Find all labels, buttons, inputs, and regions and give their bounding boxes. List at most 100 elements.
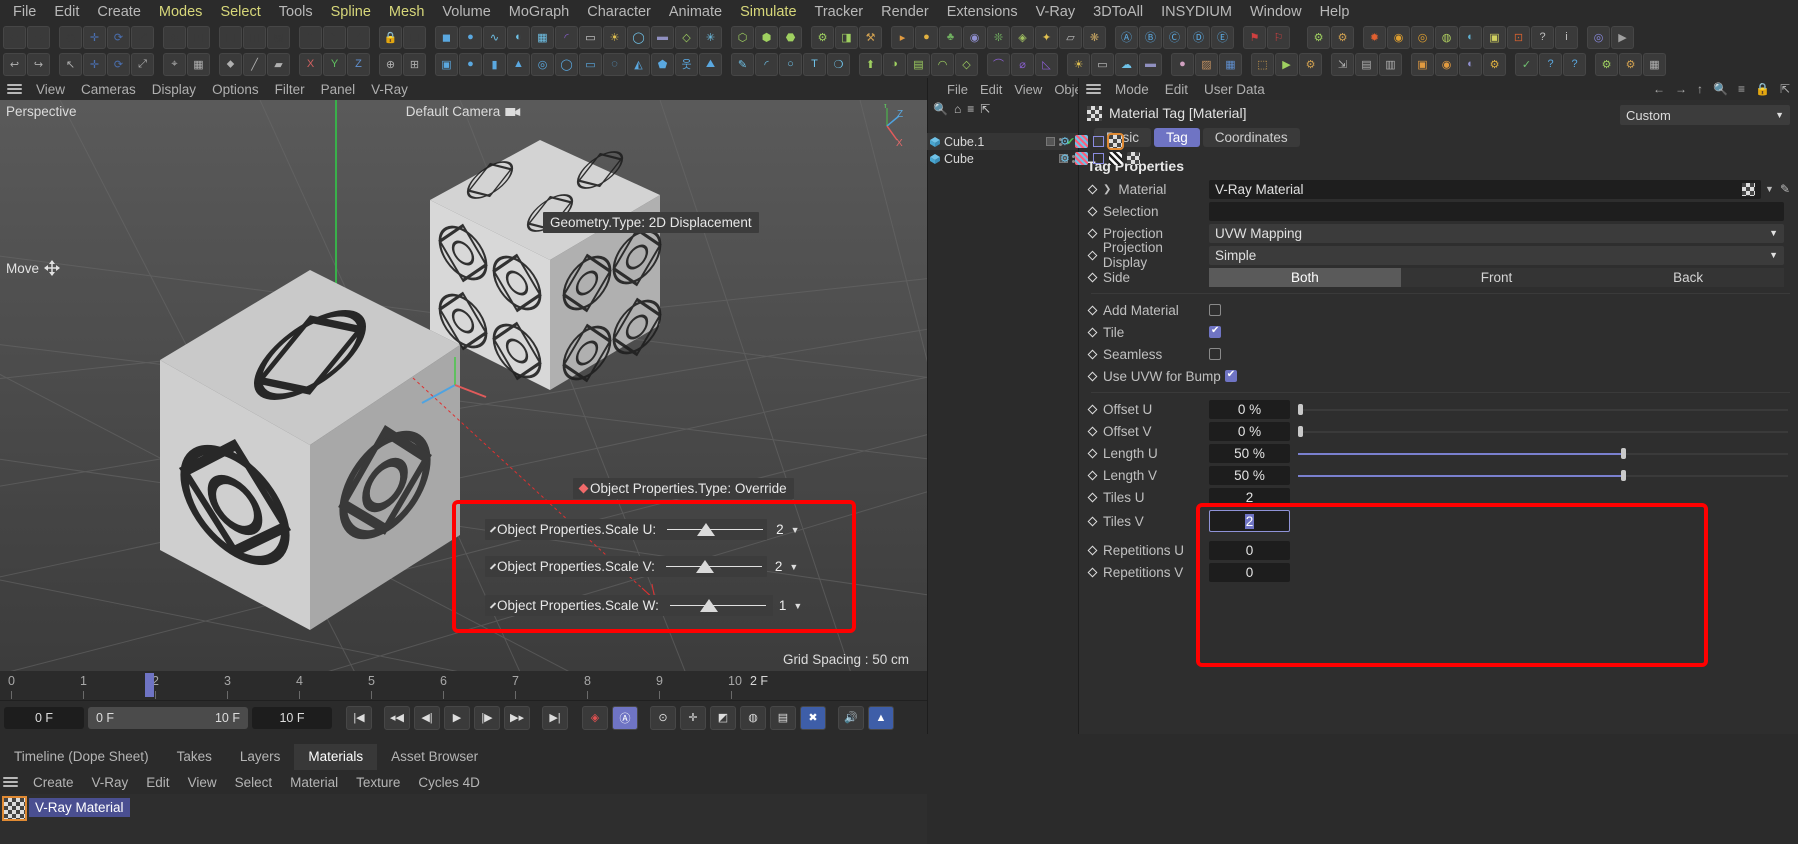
- platonic-icon[interactable]: ⬟: [651, 52, 674, 76]
- preset-dropdown[interactable]: Custom ▼: [1620, 105, 1790, 125]
- material-link-field[interactable]: V-Ray Material: [1209, 179, 1762, 199]
- vray-material-icon[interactable]: ◉: [963, 25, 986, 49]
- insydium-e-icon[interactable]: Ⓔ: [1211, 25, 1234, 49]
- tab-timeline-dope-sheet[interactable]: Timeline (Dope Sheet): [0, 744, 163, 770]
- spline-helix-icon[interactable]: ❍: [827, 52, 850, 76]
- hud-scale-u-slider[interactable]: [667, 523, 764, 536]
- point-mode-icon[interactable]: ▣: [219, 25, 242, 49]
- material-tag-icon-selected[interactable]: [1106, 133, 1124, 150]
- uv-icon[interactable]: ▦: [1219, 52, 1242, 76]
- spline-icon[interactable]: ∿: [483, 25, 506, 49]
- tiles-u-input[interactable]: 2: [1209, 487, 1290, 507]
- render-active-icon[interactable]: ▶: [1275, 52, 1298, 76]
- tile-checkbox[interactable]: [1209, 325, 1221, 338]
- menu-item-create[interactable]: Create: [88, 0, 150, 24]
- repetitions-v-input[interactable]: 0: [1209, 562, 1290, 582]
- render-region-icon[interactable]: ⬚: [1251, 52, 1274, 76]
- cone-icon[interactable]: ▲: [507, 52, 530, 76]
- keyframe-diamond-icon[interactable]: [1087, 567, 1098, 577]
- go-to-end-button[interactable]: ▶|: [542, 705, 568, 730]
- menu-item-mograph[interactable]: MoGraph: [500, 0, 578, 24]
- length-v-input[interactable]: 50 %: [1209, 465, 1290, 485]
- axis-x-icon[interactable]: X: [299, 25, 322, 49]
- keyframe-diamond-icon[interactable]: [1087, 349, 1098, 359]
- search-icon[interactable]: 🔍: [933, 102, 948, 116]
- chevron-down-icon[interactable]: ▼: [789, 562, 798, 572]
- insydium-b-icon[interactable]: Ⓑ: [1139, 25, 1162, 49]
- timeline-playhead[interactable]: [145, 673, 154, 697]
- gear2-icon[interactable]: ⚙: [1595, 52, 1618, 76]
- deformer-icon[interactable]: ◇: [675, 25, 698, 49]
- viewport-menu-filter[interactable]: Filter: [267, 82, 313, 97]
- offset-u-input[interactable]: 0 %: [1209, 399, 1290, 419]
- filter-icon[interactable]: ≡: [1738, 82, 1745, 96]
- keyframe-diamond-icon[interactable]: [1087, 371, 1098, 381]
- vray-render-icon[interactable]: ▸: [891, 25, 914, 49]
- lock-axis-icon[interactable]: 🔒: [379, 25, 402, 49]
- render-settings2-icon[interactable]: ⚙: [1299, 52, 1322, 76]
- side-option-front[interactable]: Front: [1400, 267, 1593, 287]
- keyframe-diamond-icon[interactable]: [1087, 305, 1098, 315]
- viewport-menu-vray[interactable]: V-Ray: [363, 82, 416, 97]
- projection-display-dropdown[interactable]: Simple ▼: [1209, 245, 1784, 265]
- takes-icon[interactable]: ▤: [1355, 52, 1378, 76]
- menu-item-insydium[interactable]: INSYDIUM: [1152, 0, 1241, 24]
- axis-lock-z-icon[interactable]: Z: [347, 52, 370, 76]
- scale-tool-icon[interactable]: ⤢: [131, 25, 154, 49]
- insydium-d-icon[interactable]: Ⓓ: [1187, 25, 1210, 49]
- visibility-toggle-icon[interactable]: [1045, 137, 1055, 146]
- next-key-button[interactable]: ▶▸: [504, 705, 530, 730]
- cloner-icon[interactable]: ⬢: [755, 25, 778, 49]
- matmenu-material[interactable]: Material: [281, 775, 347, 790]
- spline-pen-icon[interactable]: ✎: [731, 52, 754, 76]
- keyframe-diamond-icon[interactable]: [1087, 272, 1098, 282]
- scale-key-button[interactable]: ◩: [710, 705, 736, 730]
- objmgr-menu-view[interactable]: View: [1008, 82, 1048, 97]
- edge-mode-icon[interactable]: ◫: [243, 25, 266, 49]
- menu-item-extensions[interactable]: Extensions: [938, 0, 1027, 24]
- render-settings-icon[interactable]: ⚒: [859, 25, 882, 49]
- menu-item-select[interactable]: Select: [211, 0, 269, 24]
- repetitions-u-input[interactable]: 0: [1209, 540, 1290, 560]
- sweep-icon[interactable]: ◠: [931, 52, 954, 76]
- expand-chevron-icon[interactable]: ❯: [1103, 184, 1111, 195]
- menu-item-animate[interactable]: Animate: [660, 0, 731, 24]
- world-coord-icon[interactable]: ⊕: [163, 25, 186, 49]
- hud-object-type[interactable]: Object Properties.Type: Override: [573, 478, 794, 499]
- home-icon[interactable]: ⌂: [954, 102, 961, 116]
- attrmgr-menu-edit[interactable]: Edit: [1157, 82, 1196, 97]
- add-material-checkbox[interactable]: [1209, 304, 1221, 316]
- cylinder-icon[interactable]: ▮: [483, 52, 506, 76]
- menu-item-spline[interactable]: Spline: [322, 0, 380, 24]
- axis-z-icon[interactable]: Z: [347, 25, 370, 49]
- hud-scale-w-slider[interactable]: [669, 599, 766, 612]
- insydium-c-icon[interactable]: Ⓒ: [1163, 25, 1186, 49]
- torus-icon[interactable]: ◎: [531, 52, 554, 76]
- vray-clipper-icon[interactable]: ▱: [1059, 25, 1082, 49]
- filter-icon[interactable]: ≡: [967, 102, 974, 116]
- keyframe-diamond-icon[interactable]: [1087, 404, 1098, 414]
- hud-scale-v[interactable]: Object Properties.Scale V: 2 ▼: [485, 556, 798, 577]
- tab-layers[interactable]: Layers: [226, 744, 295, 770]
- vray-mat-icon[interactable]: ◐: [1459, 52, 1482, 76]
- use-uvw-for-bump-checkbox[interactable]: [1224, 369, 1237, 382]
- matmenu-texture[interactable]: Texture: [347, 775, 409, 790]
- chevron-down-icon[interactable]: ▼: [791, 525, 800, 535]
- menu-item-modes[interactable]: Modes: [150, 0, 212, 24]
- tube-icon[interactable]: ◌: [603, 52, 626, 76]
- vray-ipr-icon[interactable]: ◉: [1435, 52, 1458, 76]
- nurbs-icon[interactable]: ◐: [507, 25, 530, 49]
- tab-materials[interactable]: Materials: [294, 744, 378, 770]
- xp-fluid-icon[interactable]: ◐: [1459, 25, 1482, 49]
- array-icon[interactable]: ▦: [531, 25, 554, 49]
- hud-scale-w[interactable]: Object Properties.Scale W: 1 ▼: [485, 595, 802, 616]
- previous-frame-button[interactable]: ◀|: [414, 705, 440, 730]
- menu-item-file[interactable]: File: [4, 0, 45, 24]
- move-tool-icon[interactable]: ✛: [83, 25, 106, 49]
- offset-v-input[interactable]: 0 %: [1209, 421, 1290, 441]
- menu-item-simulate[interactable]: Simulate: [731, 0, 805, 24]
- xp-info-icon[interactable]: i: [1555, 25, 1578, 49]
- viewport-camera-label[interactable]: Default Camera: [406, 104, 522, 119]
- xp-cache-icon[interactable]: ▣: [1483, 25, 1506, 49]
- menu-item-help[interactable]: Help: [1311, 0, 1359, 24]
